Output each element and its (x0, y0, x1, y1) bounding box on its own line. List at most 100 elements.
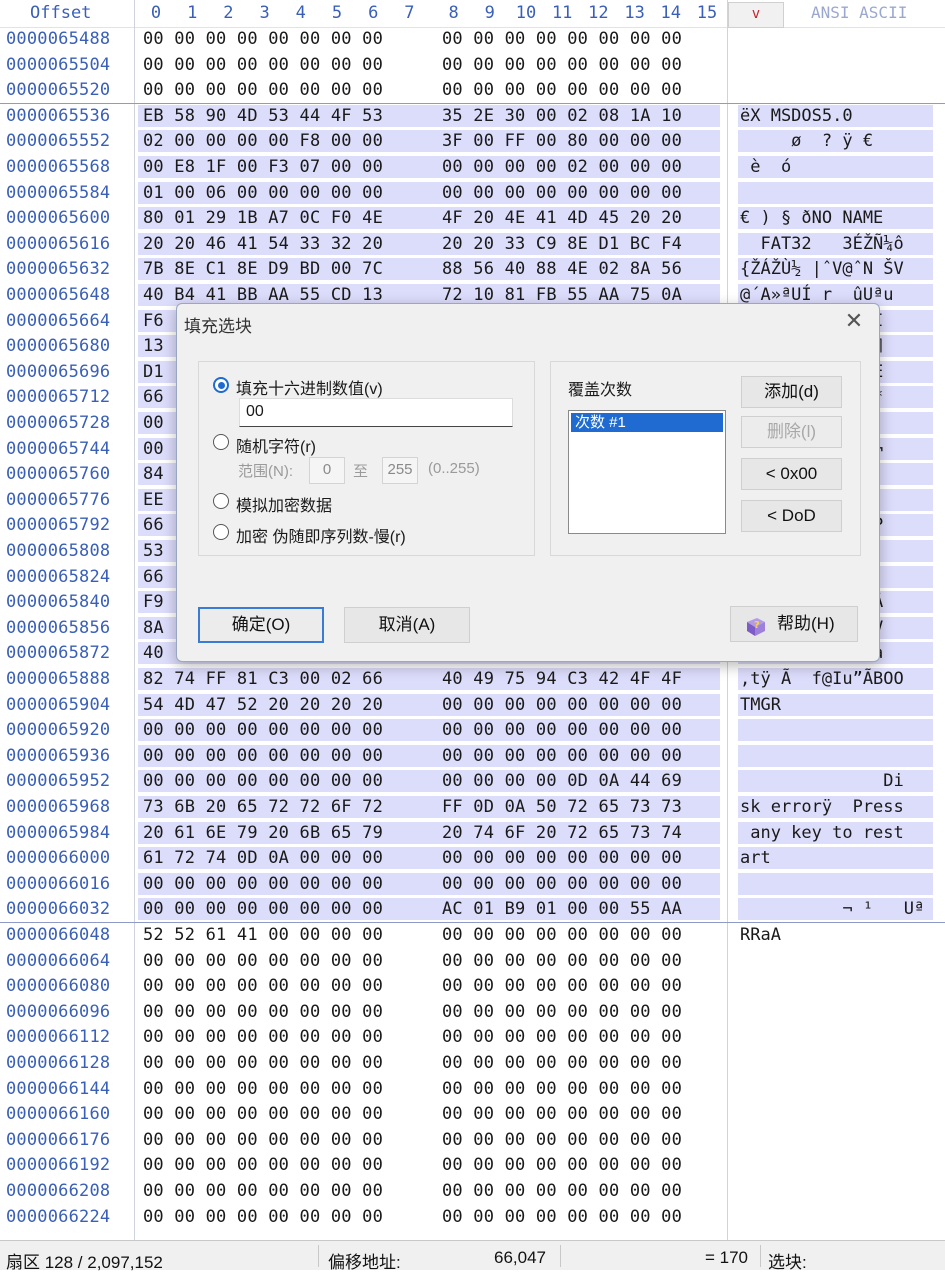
hex-bytes-left[interactable]: 84 (143, 464, 164, 484)
hex-row[interactable]: 0000065552 02 00 00 00 00 F8 00 00 3F 00 F… (0, 129, 945, 155)
hex-bytes-right[interactable]: 00 00 00 00 00 00 00 00 (442, 1181, 682, 1201)
hex-row[interactable]: 0000065632 7B 8E C1 8E D9 BD 00 7C 88 56 4… (0, 257, 945, 283)
hex-row[interactable]: 0000066016 00 00 00 00 00 00 00 00 00 00 0… (0, 872, 945, 898)
hex-bytes-right[interactable]: 00 00 00 00 00 00 00 00 (442, 695, 682, 715)
prng-label[interactable]: 加密 伪随即序列数-慢(r) (236, 523, 406, 547)
hex-bytes-left[interactable]: 20 20 46 41 54 33 32 20 (143, 234, 383, 254)
hex-bytes-left[interactable]: 54 4D 47 52 20 20 20 20 (143, 695, 383, 715)
hex-bytes-left[interactable]: 66 (143, 387, 164, 407)
hex-bytes-left[interactable]: 00 00 00 00 00 00 00 00 (143, 1130, 383, 1150)
hex-bytes-right[interactable]: 00 00 00 00 00 00 00 00 (442, 925, 682, 945)
hex-row[interactable]: 0000066128 00 00 00 00 00 00 00 00 00 00 0… (0, 1051, 945, 1077)
hex-bytes-right[interactable]: 00 00 00 00 00 00 00 00 (442, 1027, 682, 1047)
hex-bytes-right[interactable]: 40 49 75 94 C3 42 4F 4F (442, 669, 682, 689)
ansi-text[interactable]: sk errorÿ Press (740, 797, 904, 817)
hex-bytes-left[interactable]: 80 01 29 1B A7 0C F0 4E (143, 208, 383, 228)
add-pass-button[interactable]: 添加(d) (741, 376, 842, 408)
hex-bytes-left[interactable]: 73 6B 20 65 72 72 6F 72 (143, 797, 383, 817)
random-chars-label[interactable]: 随机字符(r) (236, 433, 316, 457)
ansi-text[interactable]: RRaA (740, 925, 781, 945)
hex-bytes-left[interactable]: 52 52 61 41 00 00 00 00 (143, 925, 383, 945)
ansi-text[interactable]: ,tÿ Ã f@Iu”ÃBOO (740, 669, 904, 689)
hex-bytes-left[interactable]: 00 00 00 00 00 00 00 00 (143, 1079, 383, 1099)
hex-row[interactable]: 0000066080 00 00 00 00 00 00 00 00 00 00 0… (0, 974, 945, 1000)
hex-bytes-right[interactable]: 00 00 00 00 00 00 00 00 (442, 1079, 682, 1099)
hex-bytes-left[interactable]: D1 (143, 362, 164, 382)
cancel-button[interactable]: 取消(A) (344, 607, 470, 643)
hex-row[interactable]: 0000066032 00 00 00 00 00 00 00 00 AC 01 B… (0, 897, 945, 923)
hex-bytes-left[interactable]: 00 00 00 00 00 00 00 00 (143, 1027, 383, 1047)
hex-bytes-right[interactable]: 00 00 00 00 00 00 00 00 (442, 720, 682, 740)
hex-bytes-left[interactable]: 00 00 00 00 00 00 00 00 (143, 951, 383, 971)
delete-pass-button[interactable]: 删除(l) (741, 416, 842, 448)
hex-bytes-right[interactable]: 4F 20 4E 41 4D 45 20 20 (442, 208, 682, 228)
hex-row[interactable]: 0000065616 20 20 46 41 54 33 32 20 20 20 3… (0, 232, 945, 258)
hex-bytes-right[interactable]: AC 01 B9 01 00 00 55 AA (442, 899, 682, 919)
hex-bytes-left[interactable]: 00 00 00 00 00 00 00 00 (143, 55, 383, 75)
hex-bytes-left[interactable]: 66 (143, 515, 164, 535)
dod-pass-button[interactable]: < DoD (741, 500, 842, 532)
hex-value-input[interactable]: 00 (239, 398, 513, 427)
hex-bytes-left[interactable]: 40 B4 41 BB AA 55 CD 13 (143, 285, 383, 305)
ansi-text[interactable]: ¬ ¹ Uª (740, 899, 924, 919)
hex-bytes-left[interactable]: 20 61 6E 79 20 6B 65 79 (143, 823, 383, 843)
hex-bytes-right[interactable]: 00 00 00 00 00 00 00 00 (442, 55, 682, 75)
radio-simulate-encryption[interactable] (213, 493, 229, 509)
hex-row[interactable]: 0000066048 52 52 61 41 00 00 00 00 00 00 0… (0, 923, 945, 949)
hex-bytes-right[interactable]: 00 00 00 00 00 00 00 00 (442, 183, 682, 203)
hex-bytes-right[interactable]: 00 00 00 00 0D 0A 44 69 (442, 771, 682, 791)
hex-row[interactable]: 0000066000 61 72 74 0D 0A 00 00 00 00 00 0… (0, 846, 945, 872)
radio-random-chars[interactable] (213, 434, 229, 450)
hex-row[interactable]: 0000065600 80 01 29 1B A7 0C F0 4E 4F 20 4… (0, 206, 945, 232)
hex-bytes-right[interactable]: 35 2E 30 00 02 08 1A 10 (442, 106, 682, 126)
hex-bytes-right[interactable]: 00 00 00 00 00 00 00 00 (442, 29, 682, 49)
hex-bytes-left[interactable]: EB 58 90 4D 53 44 4F 53 (143, 106, 383, 126)
ansi-text[interactable]: Di (740, 771, 903, 791)
hex-row[interactable]: 0000066224 00 00 00 00 00 00 00 00 00 00 0… (0, 1205, 945, 1231)
ansi-text[interactable]: TMGR (740, 695, 781, 715)
pass-item[interactable]: 次数 #1 (571, 413, 723, 432)
hex-bytes-left[interactable]: EE (143, 490, 164, 510)
hex-row[interactable]: 0000065504 00 00 00 00 00 00 00 00 00 00 0… (0, 53, 945, 79)
column-sort-button[interactable]: v (728, 2, 784, 28)
hex-bytes-left[interactable]: 00 00 00 00 00 00 00 00 (143, 1155, 383, 1175)
range-to-input[interactable]: 255 (382, 457, 418, 484)
ansi-text[interactable]: ø ? ÿ € (740, 131, 873, 151)
hex-row[interactable]: 0000065488 00 00 00 00 00 00 00 00 00 00 0… (0, 27, 945, 53)
hex-bytes-left[interactable]: F6 (143, 311, 164, 331)
hex-bytes-right[interactable]: 00 00 00 00 00 00 00 00 (442, 1130, 682, 1150)
hex-row[interactable]: 0000066096 00 00 00 00 00 00 00 00 00 00 0… (0, 1000, 945, 1026)
hex-row[interactable]: 0000065920 00 00 00 00 00 00 00 00 00 00 0… (0, 718, 945, 744)
hex-bytes-left[interactable]: 00 00 00 00 00 00 00 00 (143, 1104, 383, 1124)
hex-bytes-right[interactable]: 00 00 00 00 00 00 00 00 (442, 976, 682, 996)
hex-bytes-left[interactable]: 40 (143, 643, 164, 663)
radio-prng[interactable] (213, 524, 229, 540)
hex-row[interactable]: 0000065520 00 00 00 00 00 00 00 00 00 00 0… (0, 78, 945, 104)
hex-bytes-left[interactable]: 00 00 00 00 00 00 00 00 (143, 976, 383, 996)
hex-bytes-right[interactable]: 72 10 81 FB 55 AA 75 0A (442, 285, 682, 305)
passes-list[interactable]: 次数 #1 (568, 410, 726, 534)
hex-bytes-left[interactable]: 00 00 00 00 00 00 00 00 (143, 874, 383, 894)
ansi-text[interactable]: ëX MSDOS5.0 (740, 106, 853, 126)
hex-bytes-right[interactable]: FF 0D 0A 50 72 65 73 73 (442, 797, 682, 817)
hex-row[interactable]: 0000066112 00 00 00 00 00 00 00 00 00 00 0… (0, 1025, 945, 1051)
hex-bytes-left[interactable]: 00 00 00 00 00 00 00 00 (143, 720, 383, 740)
hex-bytes-left[interactable]: 01 00 06 00 00 00 00 00 (143, 183, 383, 203)
range-from-input[interactable]: 0 (309, 457, 345, 484)
hex-row[interactable]: 0000066176 00 00 00 00 00 00 00 00 00 00 0… (0, 1128, 945, 1154)
hex-bytes-left[interactable]: 00 00 00 00 00 00 00 00 (143, 746, 383, 766)
hex-bytes-right[interactable]: 20 20 33 C9 8E D1 BC F4 (442, 234, 682, 254)
hex-row[interactable]: 0000065968 73 6B 20 65 72 72 6F 72 FF 0D 0… (0, 795, 945, 821)
hex-bytes-left[interactable]: 00 00 00 00 00 00 00 00 (143, 1053, 383, 1073)
hex-bytes-left[interactable]: 00 00 00 00 00 00 00 00 (143, 1207, 383, 1227)
hex-bytes-right[interactable]: 00 00 00 00 00 00 00 00 (442, 746, 682, 766)
radio-fill-hex[interactable] (213, 377, 229, 393)
hex-bytes-right[interactable]: 00 00 00 00 00 00 00 00 (442, 848, 682, 868)
ansi-text[interactable]: FAT32 3ÉŽÑ¼ô (740, 234, 903, 254)
simulate-encryption-label[interactable]: 模拟加密数据 (236, 492, 332, 516)
hex-row[interactable]: 0000065888 82 74 FF 81 C3 00 02 66 40 49 7… (0, 667, 945, 693)
hex-bytes-right[interactable]: 00 00 00 00 00 00 00 00 (442, 1155, 682, 1175)
hex-row[interactable]: 0000065584 01 00 06 00 00 00 00 00 00 00 0… (0, 181, 945, 207)
hex-bytes-left[interactable]: 00 00 00 00 00 00 00 00 (143, 1002, 383, 1022)
fill-hex-label[interactable]: 填充十六进制数值(v) (236, 375, 383, 399)
